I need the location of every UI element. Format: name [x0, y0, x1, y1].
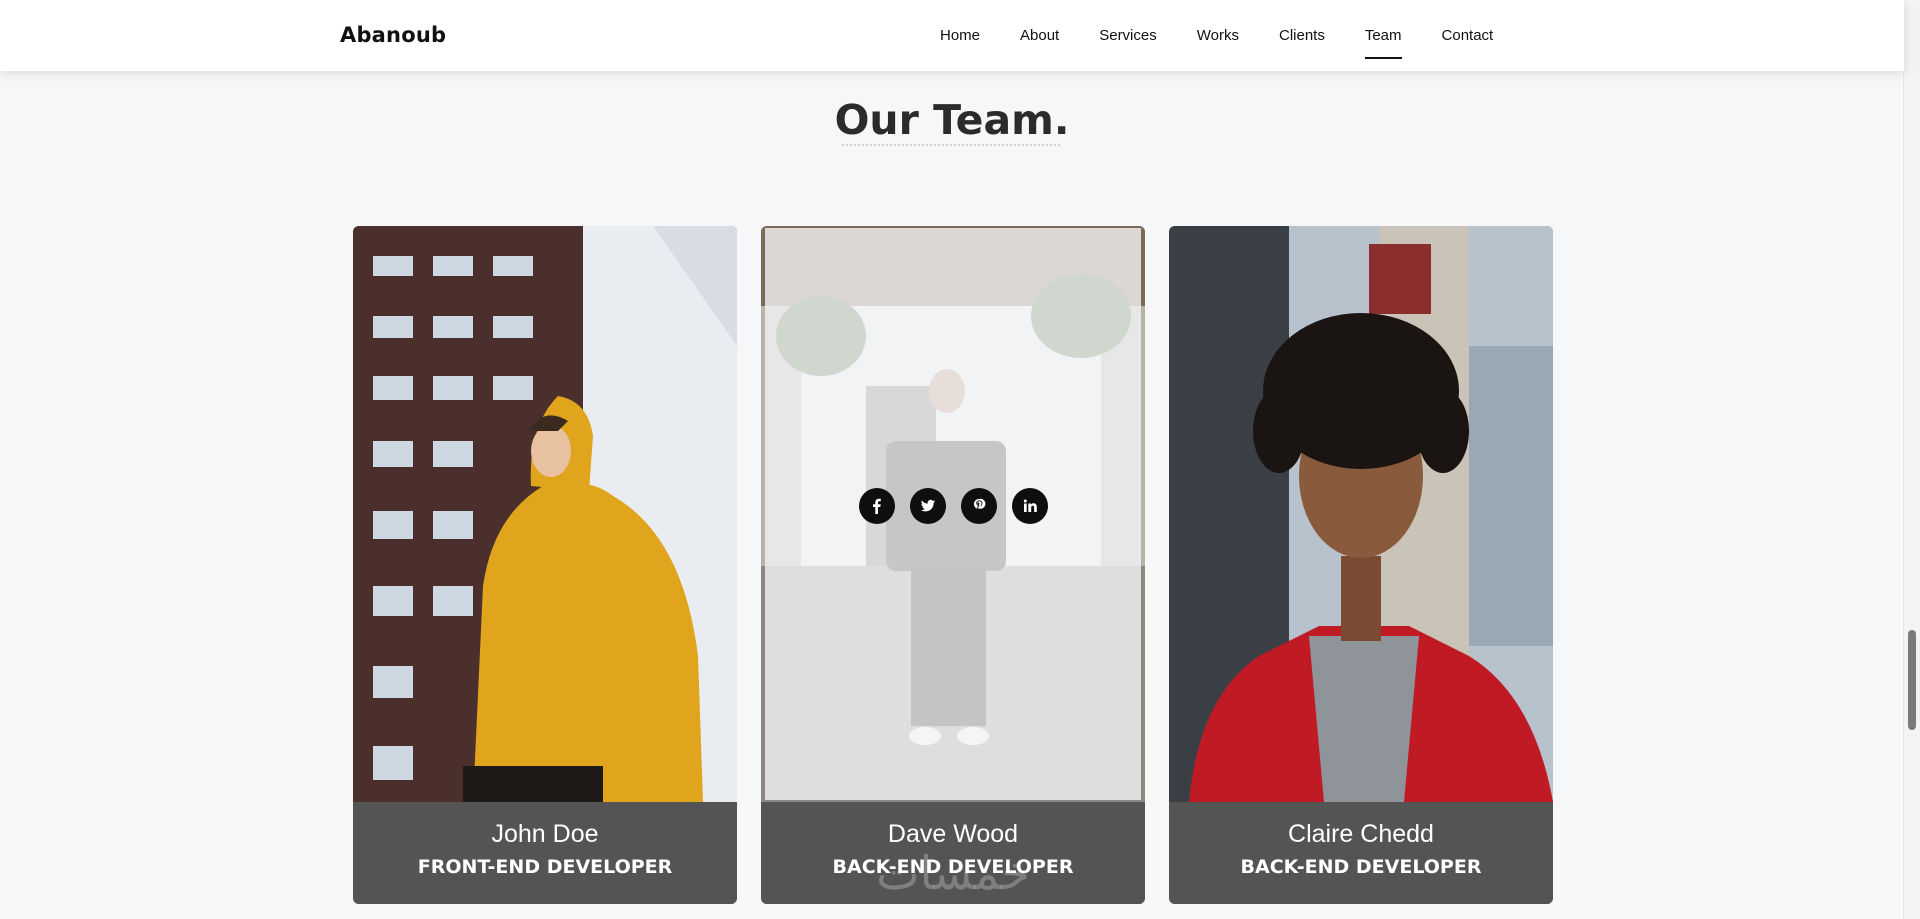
member-info: Dave Wood BACK-END DEVELOPER خمسات: [761, 802, 1145, 904]
member-name: Claire Chedd: [1288, 820, 1434, 848]
nav-link-contact[interactable]: Contact: [1422, 0, 1514, 71]
member-photo: [1169, 226, 1553, 802]
member-name: Dave Wood: [887, 820, 1019, 848]
nav-link-home[interactable]: Home: [920, 0, 1000, 71]
scroll-thumb[interactable]: [1908, 630, 1916, 730]
title-underline: [842, 144, 1060, 146]
social-links: [761, 488, 1145, 524]
member-info: Claire Chedd BACK-END DEVELOPER: [1169, 802, 1553, 904]
nav-link-clients[interactable]: Clients: [1259, 0, 1345, 71]
nav-link-team[interactable]: Team: [1345, 0, 1422, 71]
team-card-john-doe[interactable]: John Doe FRONT-END DEVELOPER: [353, 226, 737, 904]
facebook-icon[interactable]: [858, 488, 895, 524]
member-photo: [761, 226, 1145, 802]
watermark-logo: خمسات: [876, 846, 1030, 900]
team-card-claire-chedd[interactable]: Claire Chedd BACK-END DEVELOPER: [1169, 226, 1553, 904]
nav-links: Home About Services Works Clients Team C…: [920, 0, 1513, 71]
member-photo: [353, 226, 737, 802]
navbar: Abanoub Home About Services Works Client…: [0, 0, 1904, 71]
linkedin-icon[interactable]: [1011, 488, 1048, 524]
member-name: John Doe: [491, 820, 599, 848]
brand-logo[interactable]: Abanoub: [340, 23, 446, 47]
nav-link-services[interactable]: Services: [1079, 0, 1177, 71]
team-card-dave-wood[interactable]: Dave Wood BACK-END DEVELOPER خمسات: [761, 226, 1145, 904]
nav-link-works[interactable]: Works: [1177, 0, 1259, 71]
twitter-icon[interactable]: [909, 488, 946, 524]
nav-link-about[interactable]: About: [1000, 0, 1079, 71]
pinterest-icon[interactable]: [960, 488, 997, 524]
member-info: John Doe FRONT-END DEVELOPER: [353, 802, 737, 904]
member-role: FRONT-END DEVELOPER: [417, 856, 673, 878]
page-scrollbar[interactable]: [1903, 0, 1920, 919]
section-title: Our Team.: [834, 96, 1070, 144]
member-role: BACK-END DEVELOPER: [1240, 856, 1482, 878]
